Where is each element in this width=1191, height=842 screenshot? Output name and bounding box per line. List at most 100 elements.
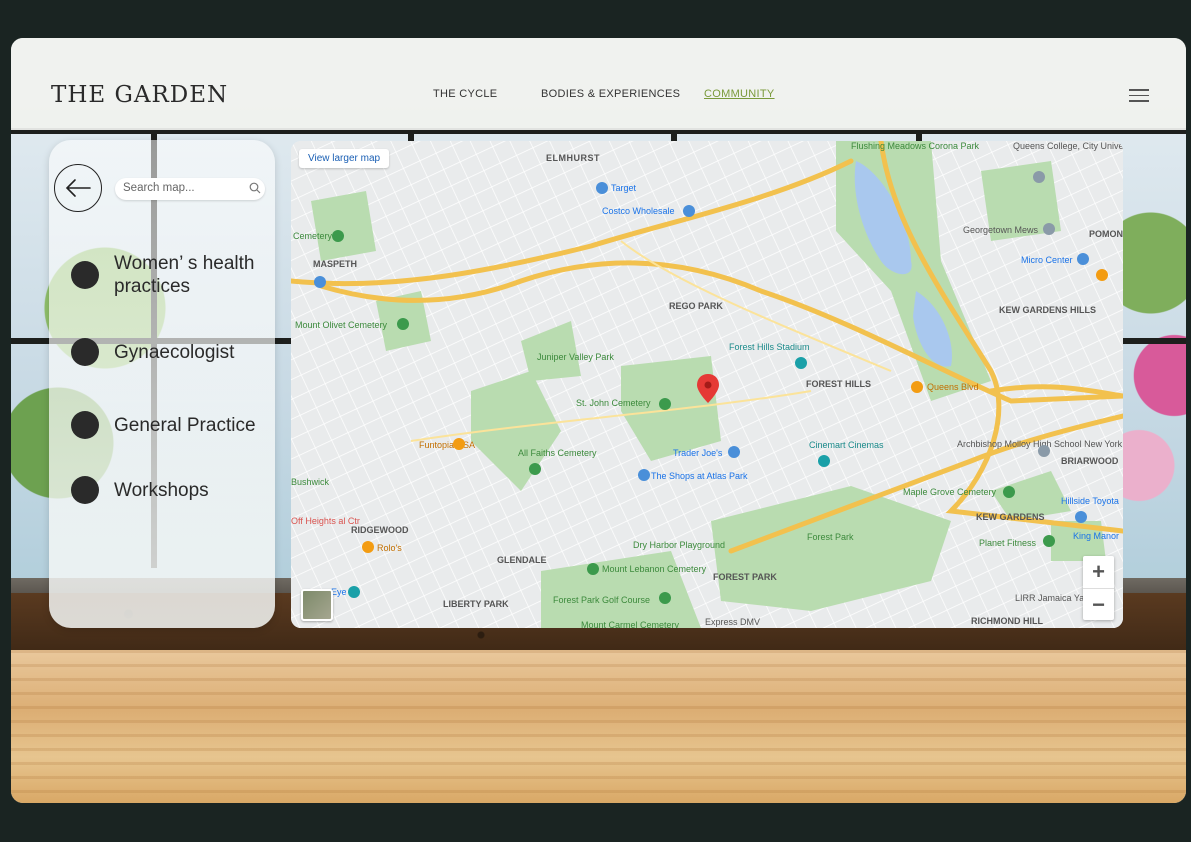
area-label: FOREST HILLS	[806, 379, 871, 389]
place-label: Costco Wholesale	[602, 206, 675, 216]
place-label: Off Heights al Ctr	[291, 516, 360, 526]
category-workshops[interactable]: Workshops	[71, 476, 209, 504]
search-icon[interactable]	[249, 182, 261, 194]
category-general-practice[interactable]: General Practice	[71, 411, 256, 439]
place-label: Micro Center	[1021, 255, 1073, 265]
shopping-pin-icon	[638, 469, 650, 481]
stadium-pin-icon	[795, 357, 807, 369]
category-label: General Practice	[114, 414, 256, 436]
cemetery-pin-icon	[659, 398, 671, 410]
cemetery-pin-icon	[529, 463, 541, 475]
app-window: THE GARDEN THE CYCLE BODIES & EXPERIENCE…	[11, 38, 1186, 803]
gym-pin-icon	[1043, 535, 1055, 547]
cemetery-pin-icon	[587, 563, 599, 575]
cinema-pin-icon	[818, 455, 830, 467]
place-label: Bushwick	[291, 477, 330, 487]
restaurant-pin-icon	[911, 381, 923, 393]
place-label: Rolo's	[377, 543, 402, 553]
place-label: Forest Park	[807, 532, 854, 542]
place-label: Cemetery	[293, 231, 333, 241]
category-dot[interactable]	[71, 411, 99, 439]
place-label: Georgetown Mews	[963, 225, 1039, 235]
place-label: Queens Blvd	[927, 382, 979, 392]
place-label: King Manor	[1073, 531, 1119, 541]
shopping-pin-icon	[683, 205, 695, 217]
view-larger-map-link[interactable]: View larger map	[299, 149, 390, 168]
place-label: Flushing Meadows Corona Park	[851, 141, 980, 151]
cemetery-pin-icon	[397, 318, 409, 330]
area-label: FOREST PARK	[713, 572, 777, 582]
place-label: Forest Hills Stadium	[729, 342, 810, 352]
shopping-pin-icon	[314, 276, 326, 288]
place-label: The Shops at Atlas Park	[651, 471, 748, 481]
place-label: Forest Park Golf Course	[553, 595, 650, 605]
shopping-pin-icon	[596, 182, 608, 194]
place-label: Trader Joe's	[673, 448, 723, 458]
golf-pin-icon	[659, 592, 671, 604]
wooden-table	[11, 650, 1186, 803]
restaurant-pin-icon	[453, 438, 465, 450]
area-label: POMON	[1089, 229, 1123, 239]
cemetery-pin-icon	[332, 230, 344, 242]
area-label: RIDGEWOOD	[351, 525, 409, 535]
logo[interactable]: THE GARDEN	[51, 82, 228, 108]
place-label: Maple Grove Cemetery	[903, 487, 997, 497]
category-dot[interactable]	[71, 261, 99, 289]
area-label: RICHMOND HILL	[971, 616, 1043, 626]
category-dot[interactable]	[71, 338, 99, 366]
area-label: BRIARWOOD	[1061, 456, 1119, 466]
place-label: Mount Carmel Cemetery	[581, 620, 680, 628]
car-dealer-pin-icon	[1075, 511, 1087, 523]
search-input[interactable]	[121, 181, 253, 195]
nav-the-cycle[interactable]: THE CYCLE	[433, 88, 497, 100]
area-label: GLENDALE	[497, 555, 547, 565]
place-label: Cinemart Cinemas	[809, 440, 884, 450]
area-label: LIBERTY PARK	[443, 599, 509, 609]
area-label: KEW GARDENS HILLS	[999, 305, 1096, 315]
school-pin-icon	[1038, 445, 1050, 457]
area-label: KEW GARDENS	[976, 512, 1045, 522]
map-filter-panel: Women’ s health practices Gynaecologist …	[49, 140, 275, 628]
shopping-pin-icon	[1077, 253, 1089, 265]
place-label: Dry Harbor Playground	[633, 540, 725, 550]
map-layer-toggle[interactable]	[301, 589, 333, 621]
hamburger-menu-icon[interactable]	[1129, 89, 1149, 106]
map-search[interactable]	[115, 178, 265, 200]
area-label: ELMHURST	[546, 153, 600, 163]
place-label: Queens College, City University of New Y…	[1013, 141, 1123, 151]
restaurant-pin-icon	[1096, 269, 1108, 281]
place-label: Eye	[331, 587, 347, 597]
category-womens-health[interactable]: Women’ s health practices	[71, 252, 264, 298]
embedded-map[interactable]: ELMHURST MASPETH REGO PARK FOREST HILLS …	[291, 141, 1123, 628]
zoom-control[interactable]: + −	[1083, 556, 1114, 620]
back-button[interactable]	[54, 164, 102, 212]
cemetery-pin-icon	[1003, 486, 1015, 498]
place-label: Express DMV	[705, 617, 760, 627]
place-label: Juniper Valley Park	[537, 352, 614, 362]
category-gynaecologist[interactable]: Gynaecologist	[71, 338, 234, 366]
header: THE GARDEN THE CYCLE BODIES & EXPERIENCE…	[11, 38, 1186, 130]
nav-community[interactable]: COMMUNITY	[704, 88, 775, 100]
zoom-in-button[interactable]: +	[1083, 556, 1114, 589]
category-label: Women’ s health practices	[114, 253, 255, 297]
map-canvas[interactable]: ELMHURST MASPETH REGO PARK FOREST HILLS …	[291, 141, 1123, 628]
place-label: All Faiths Cemetery	[518, 448, 597, 458]
place-label: Hillside Toyota	[1061, 496, 1119, 506]
arrow-left-icon	[65, 179, 91, 197]
area-label: MASPETH	[313, 259, 357, 269]
place-label: St. John Cemetery	[576, 398, 651, 408]
category-dot[interactable]	[71, 476, 99, 504]
place-label: Mount Lebanon Cemetery	[602, 564, 707, 574]
nav-bodies-experiences[interactable]: BODIES & EXPERIENCES	[541, 88, 680, 100]
place-label: Target	[611, 183, 637, 193]
zoom-out-button[interactable]: −	[1083, 589, 1114, 621]
place-pin-icon	[348, 586, 360, 598]
school-pin-icon	[1033, 171, 1045, 183]
place-label: Funtopia USA	[419, 440, 475, 450]
category-label: Gynaecologist	[114, 341, 235, 363]
shopping-pin-icon	[728, 446, 740, 458]
restaurant-pin-icon	[362, 541, 374, 553]
place-label: Mount Olivet Cemetery	[295, 320, 388, 330]
category-label: Workshops	[114, 479, 209, 501]
place-label: Planet Fitness	[979, 538, 1037, 548]
